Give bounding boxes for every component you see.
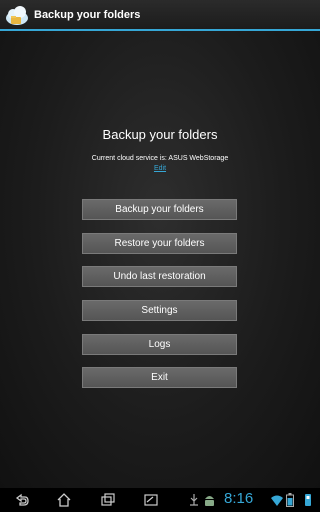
battery-icon	[286, 493, 294, 507]
logs-button[interactable]: Logs	[82, 334, 237, 355]
restore-folders-button[interactable]: Restore your folders	[82, 233, 237, 254]
cloud-service-text: Current cloud service is: ASUS WebStorag…	[91, 155, 229, 162]
cloud-backup-app-icon	[6, 5, 28, 25]
usb-debug-icon	[190, 494, 198, 506]
system-navigation-bar: 8:16	[0, 488, 320, 512]
backup-folders-button[interactable]: Backup your folders	[82, 199, 237, 220]
android-icon	[205, 496, 214, 506]
clock: 8:16	[224, 490, 254, 507]
page-heading: Backup your folders	[102, 127, 218, 142]
back-icon[interactable]	[14, 492, 30, 508]
title-bar: Backup your folders	[0, 0, 320, 31]
app-title: Backup your folders	[34, 8, 141, 21]
screenshot-icon[interactable]	[143, 492, 159, 508]
exit-button[interactable]: Exit	[82, 367, 237, 388]
settings-button[interactable]: Settings	[82, 300, 237, 321]
settings-notification-icon	[305, 494, 311, 506]
undo-restoration-button[interactable]: Undo last restoration	[82, 266, 237, 287]
main-content: Backup your folders Current cloud servic…	[0, 31, 320, 488]
home-icon[interactable]	[56, 492, 72, 508]
recent-apps-icon[interactable]	[100, 492, 116, 508]
wifi-icon	[271, 495, 283, 506]
edit-link[interactable]: Edit	[0, 165, 320, 172]
